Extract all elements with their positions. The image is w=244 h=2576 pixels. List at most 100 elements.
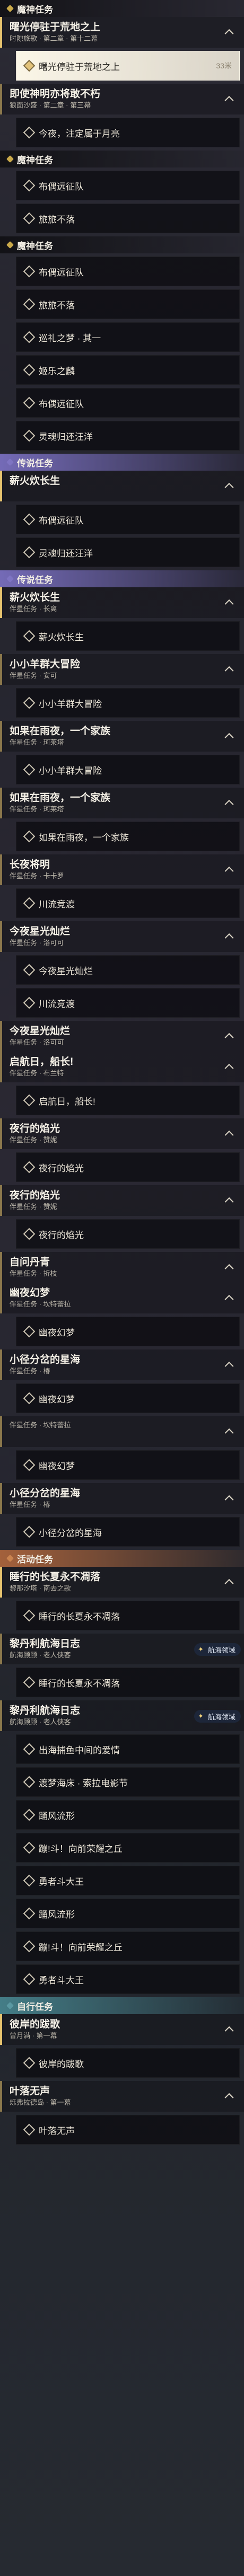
quest-entry[interactable]: 长夜将明 伴星任务 · 卡卡罗 bbox=[0, 854, 244, 885]
objective-marker-icon bbox=[23, 179, 36, 192]
section-header[interactable]: 传说任务 bbox=[0, 570, 244, 587]
quest-entry[interactable]: 小径分岔的星海 伴星任务 · 椿 bbox=[0, 1483, 244, 1514]
objective-text: 布偶远征队 bbox=[39, 181, 84, 192]
objective-item[interactable]: 夜行的焰光 bbox=[16, 1152, 240, 1182]
quest-entry[interactable]: 如果在雨夜，一个家族 伴星任务 · 珂莱塔 bbox=[0, 788, 244, 818]
objective-item[interactable]: 彼岸的跋歌 bbox=[16, 2048, 240, 2078]
section-diamond-icon bbox=[6, 241, 14, 249]
chevron-up-icon[interactable] bbox=[224, 1495, 234, 1504]
quest-entry[interactable]: 彼岸的跋歌 曾月满 · 第一幕 bbox=[0, 2014, 244, 2045]
objective-item[interactable]: 灵魂归还汪洋 bbox=[16, 537, 240, 567]
quest-entry[interactable]: 启航日，船长! 伴星任务 · 布兰特 bbox=[0, 1052, 244, 1082]
objective-item[interactable]: 幽夜幻梦 bbox=[16, 1450, 240, 1480]
chevron-up-icon[interactable] bbox=[224, 2093, 234, 2102]
quest-entry[interactable]: 幽夜幻梦 伴星任务 · 坎特蕾拉 bbox=[0, 1283, 244, 1313]
objective-marker-icon bbox=[23, 126, 36, 139]
chevron-up-icon[interactable] bbox=[224, 1578, 234, 1588]
section-header[interactable]: 自行任务 bbox=[0, 1997, 244, 2014]
quest-entry[interactable]: 曙光停驻于荒地之上 时隙旅歌 · 第二章 · 第十二幕 bbox=[0, 17, 244, 48]
chevron-up-icon[interactable] bbox=[224, 1264, 234, 1273]
quest-entry[interactable]: 夜行的焰光 伴星任务 · 赞妮 bbox=[0, 1118, 244, 1149]
objective-item[interactable]: 川流竞渡 bbox=[16, 888, 240, 918]
chevron-up-icon[interactable] bbox=[224, 1063, 234, 1073]
objective-item[interactable]: 灵魂归还汪洋 bbox=[16, 421, 240, 451]
section-header[interactable]: 传说任务 bbox=[0, 454, 244, 471]
objective-item[interactable]: 蹦!斗！向前荣耀之丘 bbox=[16, 1833, 240, 1863]
section-header[interactable]: 活动任务 bbox=[0, 1550, 244, 1567]
chevron-up-icon[interactable] bbox=[224, 733, 234, 742]
chevron-up-icon[interactable] bbox=[224, 482, 234, 492]
quest-entry[interactable]: 今夜星光灿烂 伴星任务 · 洛可可 bbox=[0, 921, 244, 952]
chevron-up-icon[interactable] bbox=[224, 29, 234, 38]
objective-item[interactable]: 姬乐之麟 bbox=[16, 355, 240, 385]
objective-item[interactable]: 如果在雨夜，一个家族 bbox=[16, 822, 240, 851]
objective-item[interactable]: 踊风流形 bbox=[16, 1899, 240, 1928]
chevron-up-icon[interactable] bbox=[224, 95, 234, 105]
chevron-up-icon[interactable] bbox=[224, 1033, 234, 1042]
objective-item[interactable]: 布偶远征队 bbox=[16, 505, 240, 534]
quest-entry[interactable]: 黎丹利航海日志 航海顾顾 · 老人侠客 ✦ 航海领域 bbox=[0, 1634, 244, 1664]
objective-item[interactable]: 旅旅不落 bbox=[16, 204, 240, 233]
objective-item[interactable]: 今夜，注定属于月亮 bbox=[16, 118, 240, 147]
quest-entry[interactable]: 睡行的长夏永不凋落 黎那汐塔 · 南去之歌 bbox=[0, 1567, 244, 1598]
quest-subtitle: 伴星任务 · 椿 bbox=[10, 1367, 50, 1375]
objective-item[interactable]: 出海捕鱼中间的爱情 bbox=[16, 1734, 240, 1764]
section-header[interactable]: 魔神任务 bbox=[0, 151, 244, 167]
objective-item[interactable]: 幽夜幻梦 bbox=[16, 1317, 240, 1346]
quest-title: 幽夜幻梦 bbox=[10, 1287, 50, 1299]
quest-entry[interactable]: 今夜星光灿烂 伴星任务 · 洛可可 bbox=[0, 1021, 244, 1052]
chevron-up-icon[interactable] bbox=[224, 1197, 234, 1206]
quest-title: 薪火炊长生 bbox=[10, 475, 60, 487]
objective-item[interactable]: 旅旅不落 bbox=[16, 289, 240, 319]
chevron-up-icon[interactable] bbox=[224, 1361, 234, 1371]
objective-item[interactable]: 小小羊群大冒险 bbox=[16, 688, 240, 718]
section-header[interactable]: 魔神任务 bbox=[0, 236, 244, 253]
quest-entry[interactable]: 叶落无声 烁弗拉德岛 · 第一幕 bbox=[0, 2081, 244, 2112]
objective-item[interactable]: 启航日，船长! bbox=[16, 1086, 240, 1115]
objective-item[interactable]: 布偶远征队 bbox=[16, 257, 240, 286]
objective-item[interactable]: 蹦!斗！向前荣耀之丘 bbox=[16, 1931, 240, 1961]
chevron-up-icon[interactable] bbox=[224, 666, 234, 675]
objective-item[interactable]: 巡礼之梦 · 其一 bbox=[16, 322, 240, 352]
quest-entry[interactable]: 薪火炊长生 伴星任务 · 长离 bbox=[0, 587, 244, 618]
objective-item[interactable]: 曙光停驻于荒地之上 33米 bbox=[16, 51, 240, 81]
quest-entry[interactable]: 即使神明亦将敢不朽 狼面沙盛 · 第二章 · 第三幕 bbox=[0, 84, 244, 114]
objective-item[interactable]: 踊风流形 bbox=[16, 1800, 240, 1830]
quest-entry[interactable]: 自问丹青 伴星任务 · 折枝 bbox=[0, 1252, 244, 1283]
quest-entry[interactable]: 夜行的焰光 伴星任务 · 赞妮 bbox=[0, 1185, 244, 1216]
chevron-up-icon[interactable] bbox=[224, 866, 234, 876]
quest-entry[interactable]: 小径分岔的星海 伴星任务 · 椿 bbox=[0, 1349, 244, 1380]
objective-item[interactable]: 川流竞渡 bbox=[16, 988, 240, 1018]
objective-item[interactable]: 勇者斗大王 bbox=[16, 1866, 240, 1895]
chevron-up-icon[interactable] bbox=[224, 599, 234, 608]
objective-item[interactable]: 布偶远征队 bbox=[16, 171, 240, 200]
objective-item[interactable]: 幽夜幻梦 bbox=[16, 1383, 240, 1413]
objective-item[interactable]: 夜行的焰光 bbox=[16, 1219, 240, 1249]
region-badge-label: 航海领域 bbox=[207, 1646, 236, 1654]
objective-item[interactable]: 小小羊群大冒险 bbox=[16, 755, 240, 784]
chevron-up-icon[interactable] bbox=[224, 1428, 234, 1437]
objective-item[interactable]: 睡行的长夏永不凋落 bbox=[16, 1668, 240, 1697]
quest-entry[interactable]: 薪火炊长生 bbox=[0, 471, 244, 501]
objective-item[interactable]: 布偶远征队 bbox=[16, 388, 240, 418]
quest-entry[interactable]: 伴星任务 · 坎特蕾拉 bbox=[0, 1416, 244, 1447]
objective-item[interactable]: 勇者斗大王 bbox=[16, 1964, 240, 1994]
objective-text: 曙光停驻于荒地之上 bbox=[39, 61, 120, 72]
objective-item[interactable]: 叶落无声 bbox=[16, 2115, 240, 2145]
objective-item[interactable]: 今夜星光灿烂 bbox=[16, 955, 240, 985]
quest-entry[interactable]: 如果在雨夜，一个家族 伴星任务 · 珂莱塔 bbox=[0, 721, 244, 752]
objective-item[interactable]: 薪火炊长生 bbox=[16, 621, 240, 651]
chevron-up-icon[interactable] bbox=[224, 2026, 234, 2035]
chevron-up-icon[interactable] bbox=[224, 1130, 234, 1140]
section-header[interactable]: 魔神任务 bbox=[0, 0, 244, 17]
chevron-up-icon[interactable] bbox=[224, 1294, 234, 1304]
chevron-up-icon[interactable] bbox=[224, 933, 234, 942]
quest-entry[interactable]: 小小羊群大冒险 伴星任务 · 安可 bbox=[0, 654, 244, 685]
quest-title: 小小羊群大冒险 bbox=[10, 659, 81, 670]
quest-entry[interactable]: 黎丹利航海日志 航海顾顾 · 老人侠客 ✦ 航海领域 bbox=[0, 1700, 244, 1731]
objective-item[interactable]: 睡行的长夏永不凋落 bbox=[16, 1601, 240, 1630]
quest-title: 叶落无声 bbox=[10, 2086, 50, 2097]
objective-item[interactable]: 渡梦海床 · 索拉电影节 bbox=[16, 1767, 240, 1797]
objective-item[interactable]: 小径分岔的星海 bbox=[16, 1517, 240, 1547]
chevron-up-icon[interactable] bbox=[224, 799, 234, 809]
